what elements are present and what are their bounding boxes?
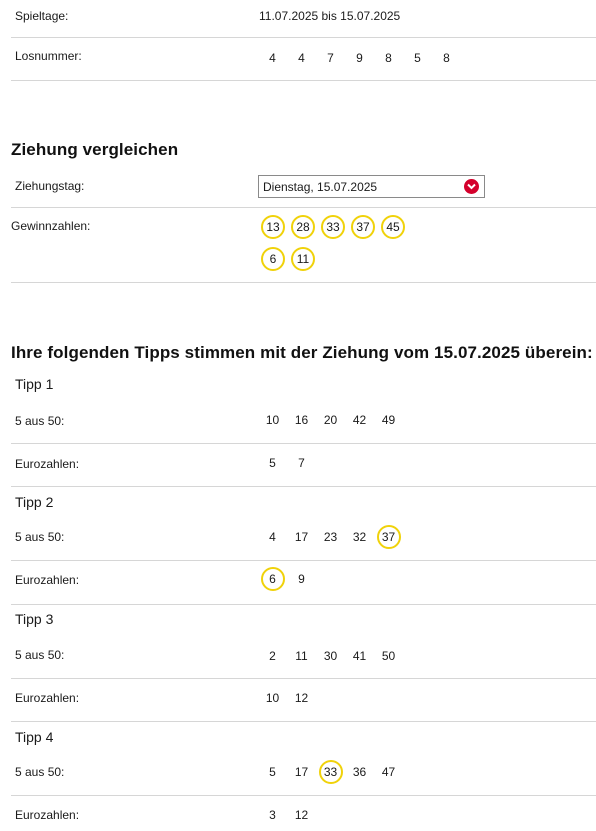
winning-number: 45	[381, 215, 405, 239]
main-numbers-label: 5 aus 50:	[15, 648, 65, 662]
losnummer-label: Losnummer:	[15, 49, 82, 63]
main-numbers-label: 5 aus 50:	[15, 765, 65, 779]
tipp-euro-number-match: 6	[260, 567, 285, 591]
tipp-euro-numbers: 5 7	[258, 451, 316, 475]
compare-title: Ziehung vergleichen	[11, 140, 179, 159]
tipp-number: 32	[352, 530, 367, 544]
divider	[11, 560, 596, 561]
tipp-euro-number: 12	[294, 691, 309, 705]
losnummer-digit: 5	[414, 51, 421, 65]
spieltage-row: Spieltage: 11.07.2025 bis 15.07.2025	[11, 0, 596, 38]
tipp-number: 42	[352, 413, 367, 427]
tipp-euro-numbers: 10 12	[258, 686, 316, 710]
tipp-main-numbers: 4 17 23 32 37	[258, 525, 403, 549]
divider	[11, 604, 596, 605]
tipp-euro-number: 10	[265, 691, 280, 705]
divider	[11, 678, 596, 679]
divider	[11, 80, 596, 81]
losnummer-digit: 4	[269, 51, 276, 65]
ziehungstag-label: Ziehungstag:	[15, 179, 85, 193]
euro-numbers-label: Eurozahlen:	[15, 573, 80, 587]
tipp-heading: Tipp 1	[15, 376, 54, 392]
tipp-euro-numbers: 3 12	[258, 803, 316, 827]
winning-euro-numbers: 6 11	[261, 247, 321, 271]
tipp-heading: Tipp 2	[15, 494, 54, 510]
euro-numbers-label: Eurozahlen:	[15, 457, 80, 471]
chevron-down-icon[interactable]	[464, 179, 479, 194]
tipp-number-match: 33	[318, 760, 343, 784]
tipp-number: 5	[269, 765, 276, 779]
losnummer-digit: 4	[298, 51, 305, 65]
tipp-euro-number: 12	[294, 808, 309, 822]
losnummer-digit: 7	[327, 51, 334, 65]
winning-euro-number: 6	[261, 247, 285, 271]
tipp-heading: Tipp 3	[15, 611, 54, 627]
divider	[11, 795, 596, 796]
tipp-euro-number: 3	[269, 808, 276, 822]
tipp-number: 49	[381, 413, 396, 427]
winning-number: 28	[291, 215, 315, 239]
losnummer-digits: 4 4 7 9 8 5 8	[258, 46, 461, 70]
divider	[11, 486, 596, 487]
tipp-number: 16	[294, 413, 309, 427]
tipp-number: 23	[323, 530, 338, 544]
divider	[11, 207, 596, 208]
tipp-number: 47	[381, 765, 396, 779]
winning-number: 37	[351, 215, 375, 239]
winning-number: 33	[321, 215, 345, 239]
tipp-number: 50	[381, 649, 396, 663]
tipp-euro-number: 9	[298, 572, 305, 586]
tipp-number: 17	[294, 765, 309, 779]
tipp-euro-number: 5	[269, 456, 276, 470]
tipp-number: 17	[294, 530, 309, 544]
tipp-euro-numbers: 6 9	[258, 567, 316, 591]
tipp-main-numbers: 5 17 33 36 47	[258, 760, 403, 784]
gewinnzahlen-label: Gewinnzahlen:	[11, 219, 91, 233]
tipp-number: 36	[352, 765, 367, 779]
winning-number: 13	[261, 215, 285, 239]
main-numbers-label: 5 aus 50:	[15, 530, 65, 544]
tipp-number: 2	[269, 649, 276, 663]
winning-euro-number: 11	[291, 247, 315, 271]
tipp-number: 10	[265, 413, 280, 427]
losnummer-digit: 8	[443, 51, 450, 65]
euro-numbers-label: Eurozahlen:	[15, 808, 80, 822]
euro-numbers-label: Eurozahlen:	[15, 691, 80, 705]
tipp-main-numbers: 10 16 20 42 49	[258, 408, 403, 432]
spieltage-label: Spieltage:	[15, 9, 69, 23]
tipp-number: 41	[352, 649, 367, 663]
tipp-heading: Tipp 4	[15, 729, 54, 745]
tipp-euro-number: 7	[298, 456, 305, 470]
main-numbers-label: 5 aus 50:	[15, 414, 65, 428]
tipp-number: 30	[323, 649, 338, 663]
ziehungstag-select[interactable]: Dienstag, 15.07.2025	[258, 175, 485, 198]
tipp-main-numbers: 2 11 30 41 50	[258, 644, 403, 668]
divider	[11, 443, 596, 444]
ziehungstag-value: Dienstag, 15.07.2025	[263, 179, 378, 194]
winning-main-numbers: 13 28 33 37 45	[261, 215, 411, 239]
tips-title: Ihre folgenden Tipps stimmen mit der Zie…	[11, 343, 593, 362]
tipp-number: 11	[295, 649, 308, 663]
tipp-number: 20	[323, 413, 338, 427]
spieltage-value: 11.07.2025 bis 15.07.2025	[259, 9, 401, 23]
divider	[11, 282, 596, 283]
tipp-number: 4	[269, 530, 276, 544]
losnummer-digit: 8	[385, 51, 392, 65]
losnummer-digit: 9	[356, 51, 363, 65]
divider	[11, 721, 596, 722]
tipp-number-match: 37	[376, 525, 401, 549]
